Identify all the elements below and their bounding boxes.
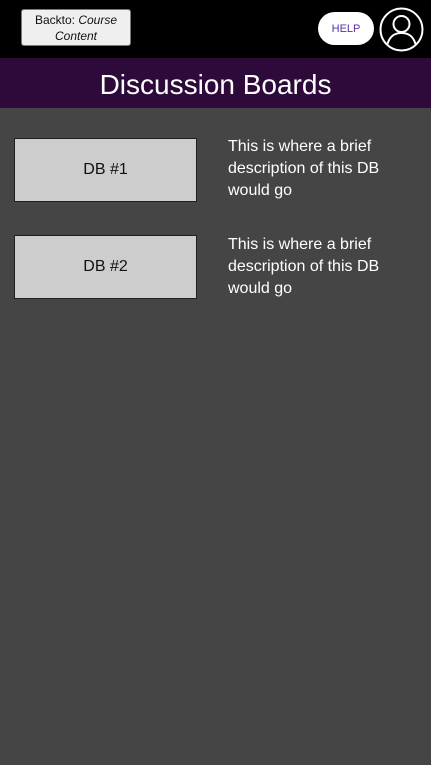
top-bar: Backto: Course Content HELP <box>0 0 431 58</box>
title-bar: Discussion Boards <box>0 58 431 108</box>
board-2-description: This is where a brief description of thi… <box>228 236 380 297</box>
back-target-line2: Content <box>54 28 98 43</box>
board-1-description: This is where a brief description of thi… <box>228 138 380 199</box>
back-to-course-content-button[interactable]: Backto: Course Content <box>21 9 131 46</box>
help-button[interactable]: HELP <box>318 12 374 45</box>
page-title: Discussion Boards <box>99 69 332 100</box>
user-circle-icon[interactable] <box>379 7 424 52</box>
board-2-label: DB #2 <box>83 258 128 275</box>
back-button-line1: Backto: Course <box>35 12 117 28</box>
discussion-board-1-button[interactable]: DB #1 <box>14 138 197 202</box>
help-label: HELP <box>331 22 361 35</box>
back-prefix: Backto: <box>34 12 75 27</box>
discussion-board-2-button[interactable]: DB #2 <box>14 235 197 299</box>
board-1-label: DB #1 <box>83 161 128 178</box>
back-target-line1: Course <box>78 12 118 27</box>
